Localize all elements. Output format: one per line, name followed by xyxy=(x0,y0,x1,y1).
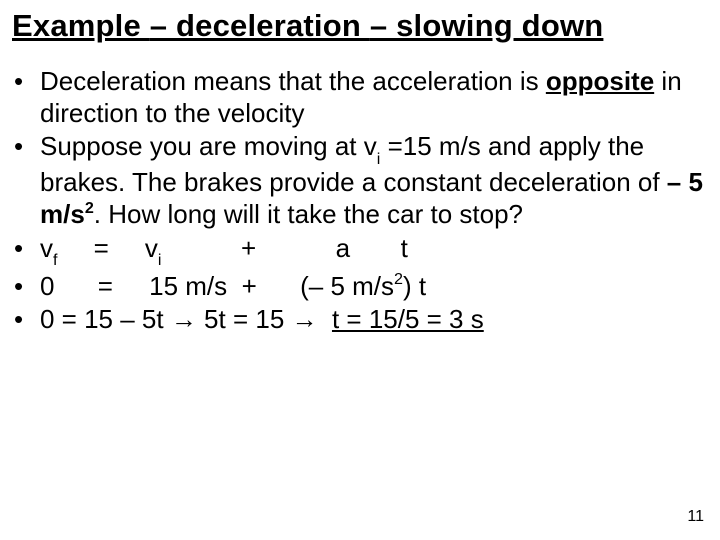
b3-p1: v xyxy=(40,233,53,263)
bullet-4: 0 = 15 m/s + (– 5 m/s2) t xyxy=(40,271,708,303)
b2-text-1: Suppose you are moving at v xyxy=(40,131,377,161)
page-title: Example – deceleration – slowing down xyxy=(12,8,708,44)
b4-p2: 5 m/s xyxy=(323,271,394,301)
arrow-icon: → xyxy=(171,304,197,334)
arrow-icon: → xyxy=(292,304,318,334)
b2-sup-2: 2 xyxy=(85,199,94,217)
b1-opposite: opposite xyxy=(546,66,654,96)
b4-p3: ) t xyxy=(403,271,426,301)
b3-sub-i: i xyxy=(158,251,162,269)
page-number: 11 xyxy=(687,508,704,526)
bullet-1: Deceleration means that the acceleration… xyxy=(40,66,708,129)
b2-bold-minus: – xyxy=(667,167,681,197)
b4-p1: 0 = 15 m/s + ( xyxy=(40,271,309,301)
bullet-3: vf = vi + a t xyxy=(40,233,708,269)
b2-sub-i: i xyxy=(377,150,381,168)
b4-sup-2: 2 xyxy=(394,270,403,288)
title-part-c: – slowing down xyxy=(370,8,604,43)
b3-p2: = v xyxy=(57,233,157,263)
b3-p3: + a t xyxy=(162,233,408,263)
bullet-2: Suppose you are moving at vi =15 m/s and… xyxy=(40,131,708,230)
bullet-list: Deceleration means that the acceleration… xyxy=(12,66,708,336)
bullet-5: 0 = 15 – 5t → 5t = 15 → t = 15/5 = 3 s xyxy=(40,304,708,336)
b5-p1: 0 = 15 – 5t xyxy=(40,304,171,334)
b3-sub-f: f xyxy=(53,251,57,269)
b1-text-1: Deceleration means that the acceleration… xyxy=(40,66,546,96)
b5-p3 xyxy=(318,304,332,334)
title-part-a: Example xyxy=(12,8,150,43)
b4-minus: – xyxy=(309,271,323,301)
title-part-b: – deceleration xyxy=(150,8,370,43)
b5-answer: t = 15/5 = 3 s xyxy=(332,304,484,334)
b2-text-3: . How long will it take the car to stop? xyxy=(94,199,523,229)
b5-p2: 5t = 15 xyxy=(197,304,292,334)
